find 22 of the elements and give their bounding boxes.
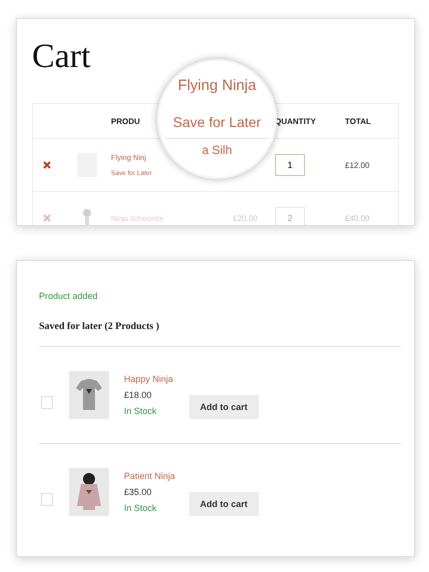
quantity-field[interactable]: 2 bbox=[275, 207, 305, 225]
price-text: £35.00 bbox=[124, 487, 153, 497]
remove-icon[interactable] bbox=[43, 161, 51, 169]
checkbox[interactable] bbox=[41, 396, 53, 408]
total-text: £12.00 bbox=[345, 160, 370, 170]
price-text: £18.00 bbox=[124, 390, 153, 400]
column-header: PRODU bbox=[111, 116, 140, 126]
product-link[interactable]: Happy Ninja bbox=[124, 374, 189, 384]
stock-status: In Stock bbox=[124, 503, 158, 513]
section-heading: Saved for later (2 Products ) bbox=[39, 321, 401, 347]
product-link[interactable]: Patient Ninja bbox=[124, 471, 189, 481]
add-to-cart-button[interactable]: Add to cart bbox=[189, 492, 259, 516]
column-header: QUANTITY bbox=[275, 116, 316, 126]
page-title: Cart bbox=[32, 37, 92, 77]
add-to-cart-button[interactable]: Add to cart bbox=[189, 395, 259, 419]
stock-status: In Stock bbox=[124, 406, 158, 416]
column-header: TOTAL bbox=[345, 116, 371, 126]
quantity-field[interactable]: 1 bbox=[275, 154, 305, 176]
figure-icon bbox=[80, 208, 94, 225]
success-notice: Product added bbox=[39, 291, 99, 301]
total-text: £40.00 bbox=[345, 214, 370, 222]
checkbox[interactable] bbox=[41, 492, 53, 506]
